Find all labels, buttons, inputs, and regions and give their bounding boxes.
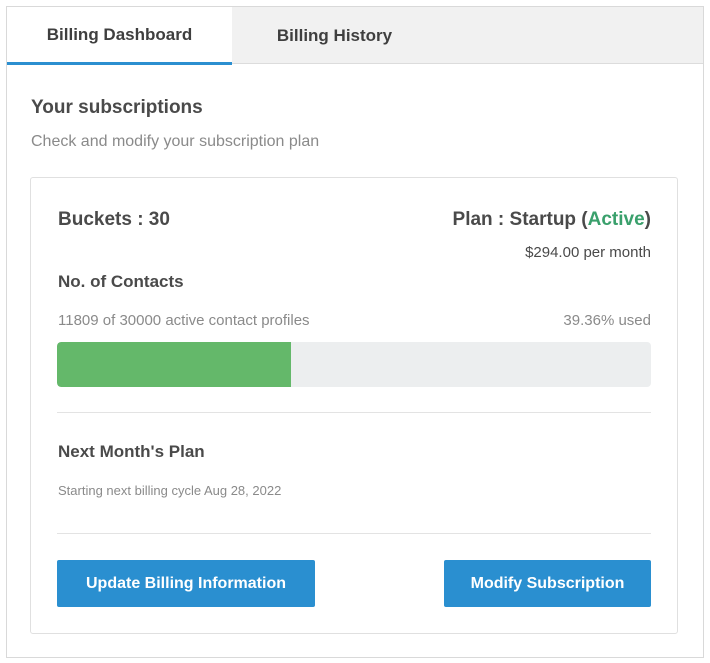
tab-billing-history[interactable]: Billing History bbox=[232, 7, 437, 64]
next-plan-title: Next Month's Plan bbox=[58, 442, 205, 461]
modify-subscription-button[interactable]: Modify Subscription bbox=[444, 560, 651, 607]
next-plan-detail: Starting next billing cycle Aug 28, 2022 bbox=[58, 483, 282, 498]
contacts-progress-bar bbox=[57, 342, 651, 387]
billing-panel: Billing Dashboard Billing History Your s… bbox=[6, 6, 704, 658]
plan-name: Plan : Startup (Active) bbox=[453, 209, 651, 231]
contacts-title: No. of Contacts bbox=[58, 272, 184, 291]
buckets-count: Buckets : 30 bbox=[58, 209, 170, 230]
tab-bar: Billing Dashboard Billing History bbox=[7, 7, 703, 65]
section-subtitle: Check and modify your subscription plan bbox=[31, 133, 320, 150]
tab-billing-dashboard[interactable]: Billing Dashboard bbox=[7, 7, 232, 65]
contacts-progress-fill bbox=[57, 342, 291, 387]
plan-price: $294.00 per month bbox=[525, 244, 651, 261]
plan-status-badge: Active bbox=[587, 209, 645, 230]
update-billing-button[interactable]: Update Billing Information bbox=[57, 560, 315, 607]
plan-suffix: ) bbox=[644, 209, 651, 230]
plan-prefix: Plan : Startup ( bbox=[452, 209, 588, 230]
section-title: Your subscriptions bbox=[31, 97, 203, 118]
usage-percentage: 39.36% used bbox=[563, 312, 651, 329]
divider bbox=[57, 412, 651, 413]
divider bbox=[57, 533, 651, 534]
contacts-detail: 11809 of 30000 active contact profiles bbox=[58, 312, 310, 329]
subscription-card: Buckets : 30 Plan : Startup (Active) $29… bbox=[30, 177, 678, 634]
